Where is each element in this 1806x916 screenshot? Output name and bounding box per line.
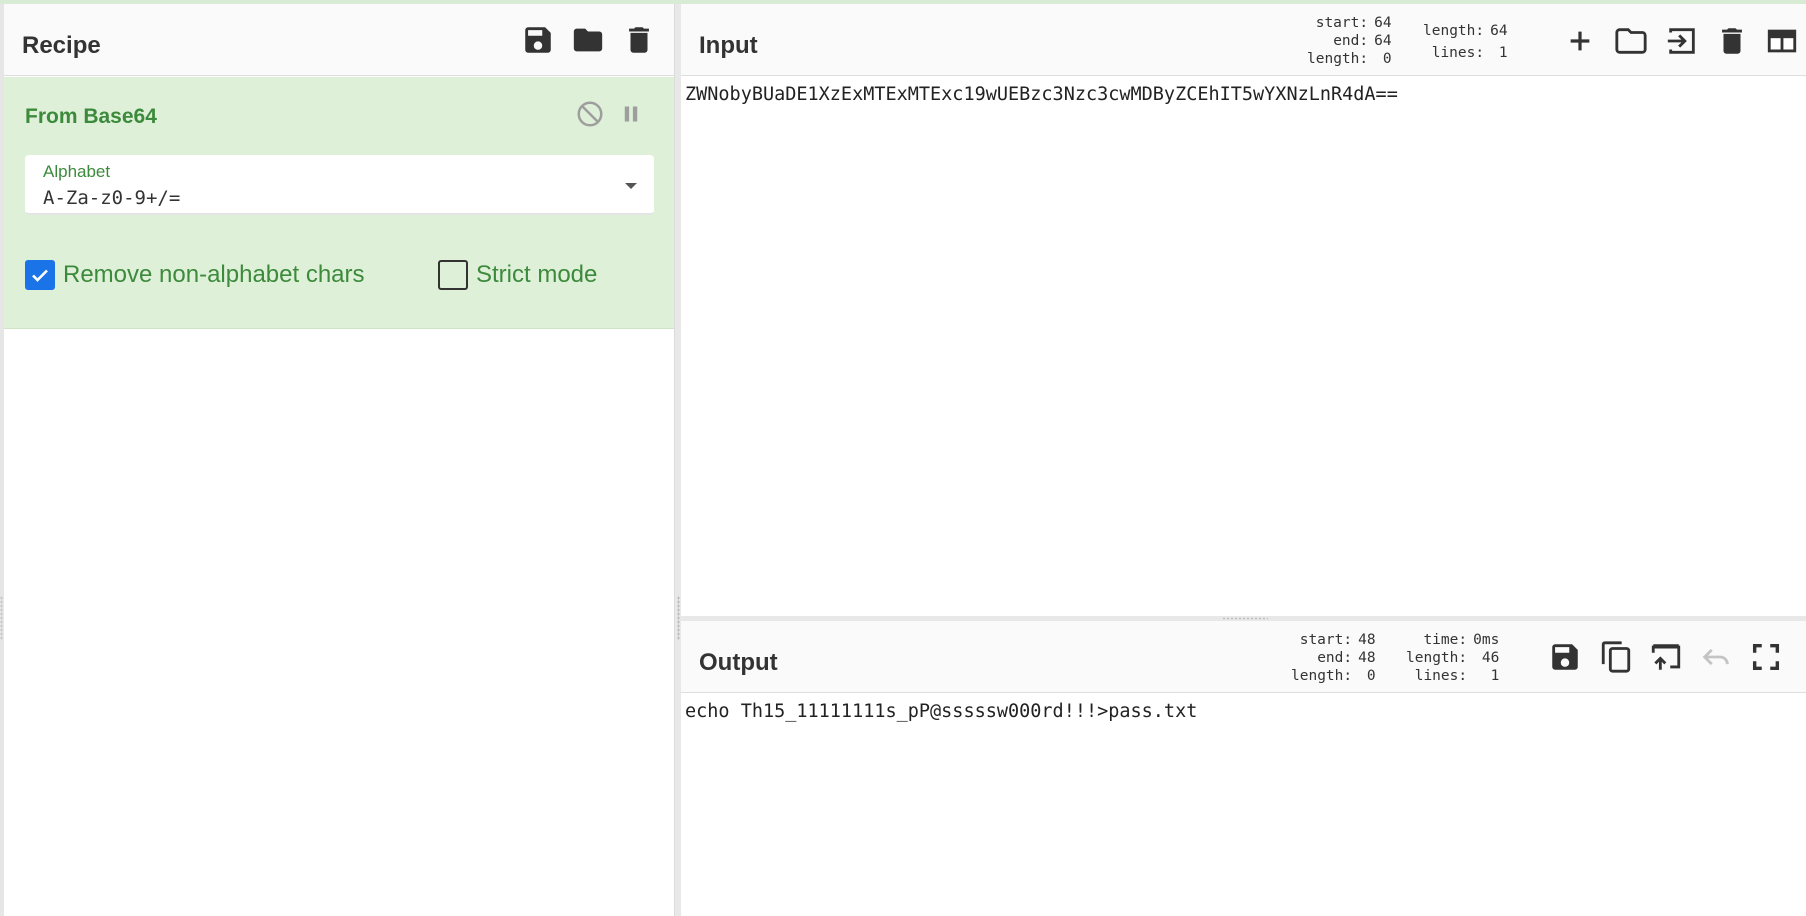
checkbox-checked-icon[interactable] xyxy=(25,260,55,290)
output-title: Output xyxy=(699,649,778,676)
save-output-icon[interactable] xyxy=(1548,640,1582,674)
checkbox-unchecked-icon[interactable] xyxy=(438,260,468,290)
clear-recipe-icon[interactable] xyxy=(622,23,656,57)
copy-icon[interactable] xyxy=(1599,640,1633,674)
open-file-icon[interactable] xyxy=(1614,24,1648,58)
output-selection-stats: start: 48 end: 48 length: 0 xyxy=(1291,632,1376,684)
clear-input-icon[interactable] xyxy=(1715,24,1749,58)
sign-in-icon[interactable] xyxy=(1665,24,1699,58)
disable-icon[interactable] xyxy=(575,99,605,129)
operation-title: From Base64 xyxy=(25,105,157,128)
save-recipe-icon[interactable] xyxy=(521,23,555,57)
input-header: Input start: 64 end: 64 length: 0 length: 64… xyxy=(681,4,1806,76)
input-length-stats: length: 64 lines: 1 xyxy=(1423,23,1508,61)
load-recipe-icon[interactable] xyxy=(571,23,605,57)
replace-input-icon[interactable] xyxy=(1649,640,1683,674)
fullscreen-icon[interactable] xyxy=(1749,640,1783,674)
input-textarea[interactable]: ZWNobyBUaDE1XzExMTExMTExc19wUEBzc3Nzc3cw… xyxy=(685,84,1798,106)
recipe-header: Recipe xyxy=(4,4,674,76)
layout-icon[interactable] xyxy=(1765,24,1799,58)
input-selection-stats: start: 64 end: 64 length: 0 xyxy=(1307,15,1392,67)
checkbox-label: Remove non-alphabet chars xyxy=(63,261,365,288)
remove-non-alphabet-checkbox[interactable]: Remove non-alphabet chars xyxy=(25,258,365,292)
input-title: Input xyxy=(699,32,758,59)
pause-icon[interactable] xyxy=(616,99,646,129)
add-input-tab-icon[interactable] xyxy=(1564,25,1596,57)
output-header: Output start: 48 end: 48 length: 0 time: 0ms… xyxy=(681,621,1806,693)
strict-mode-checkbox[interactable]: Strict mode xyxy=(438,258,597,292)
vertical-resize-grip[interactable] xyxy=(677,596,680,640)
operation-from-base64: From Base64 Alphabet A-Za-z0-9+/= Remove… xyxy=(4,77,674,329)
chevron-down-icon xyxy=(625,183,637,189)
alphabet-select[interactable]: Alphabet A-Za-z0-9+/= xyxy=(25,155,654,215)
output-panel: Output start: 48 end: 48 length: 0 time: 0ms… xyxy=(681,621,1806,916)
undo-icon[interactable] xyxy=(1699,640,1733,674)
alphabet-label: Alphabet xyxy=(43,162,111,181)
alphabet-value: A-Za-z0-9+/= xyxy=(43,187,181,209)
recipe-title: Recipe xyxy=(22,32,101,59)
recipe-panel: Recipe From Base64 Alphabet A-Za-z0-9+/= xyxy=(4,4,675,916)
output-textarea[interactable]: echo Th15_11111111s_pP@sssssw000rd!!!>pa… xyxy=(685,701,1798,723)
horizontal-resize-grip[interactable] xyxy=(1222,617,1268,620)
input-panel: Input start: 64 end: 64 length: 0 length: 64… xyxy=(681,4,1806,616)
checkbox-label: Strict mode xyxy=(476,261,598,288)
left-edge-resize-handle[interactable] xyxy=(0,596,3,640)
output-length-stats: time: 0ms length: 46 lines: 1 xyxy=(1406,632,1500,684)
